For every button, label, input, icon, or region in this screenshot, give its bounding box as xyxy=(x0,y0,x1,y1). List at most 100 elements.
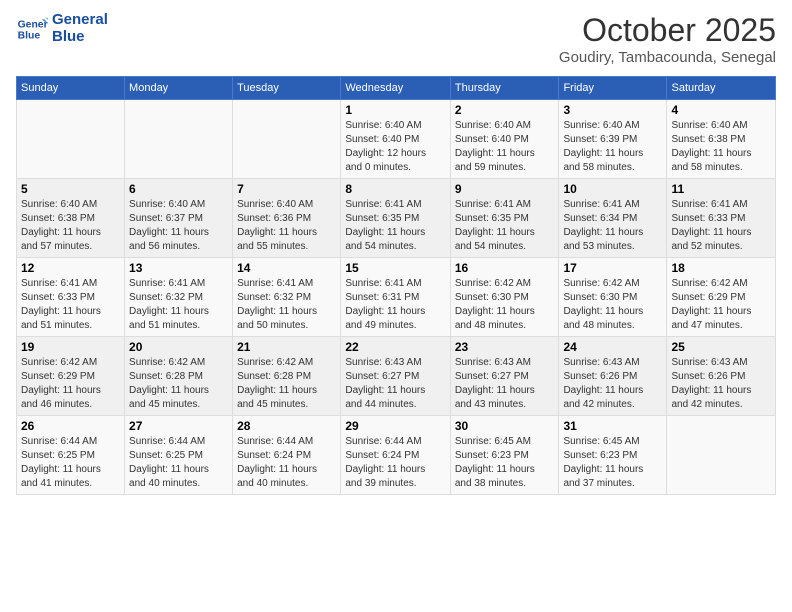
day-info: Sunrise: 6:45 AM Sunset: 6:23 PM Dayligh… xyxy=(455,435,555,491)
day-info: Sunrise: 6:42 AM Sunset: 6:28 PM Dayligh… xyxy=(237,356,336,412)
header: General Blue General Blue October 2025 G… xyxy=(16,12,776,66)
day-number: 6 xyxy=(129,182,228,196)
day-number: 8 xyxy=(345,182,445,196)
day-number: 21 xyxy=(237,340,336,354)
calendar-cell: 24Sunrise: 6:43 AM Sunset: 6:26 PM Dayli… xyxy=(559,337,667,416)
calendar-cell: 10 Sunrise: 6:41 AM Sunset: 6:34 PM Dayli… xyxy=(559,179,667,258)
subtitle: Goudiry, Tambacounda, Senegal xyxy=(559,49,776,66)
calendar-cell: 15 Sunrise: 6:41 AM Sunset: 6:31 PM Dayli… xyxy=(341,258,450,337)
day-number: 22 xyxy=(345,340,445,354)
day-info: Sunrise: 6:40 AM Sunset: 6:39 PM Dayligh… xyxy=(563,119,662,175)
day-number: 13 xyxy=(129,261,228,275)
weekday-header-monday: Monday xyxy=(125,77,233,100)
calendar-cell: 27 Sunrise: 6:44 AM Sunset: 6:25 PM Dayli… xyxy=(125,416,233,495)
day-info: Sunrise: 6:42 AM Sunset: 6:29 PM Dayligh… xyxy=(671,277,771,333)
main-container: General Blue General Blue October 2025 G… xyxy=(0,0,792,612)
calendar-cell xyxy=(125,100,233,179)
day-number: 27 xyxy=(129,419,228,433)
calendar-cell: 16Sunrise: 6:42 AM Sunset: 6:30 PM Dayli… xyxy=(450,258,559,337)
calendar-cell: 20Sunrise: 6:42 AM Sunset: 6:28 PM Dayli… xyxy=(125,337,233,416)
logo: General Blue General Blue xyxy=(16,12,108,45)
day-info: Sunrise: 6:44 AM Sunset: 6:25 PM Dayligh… xyxy=(21,435,120,491)
day-number: 14 xyxy=(237,261,336,275)
day-info: Sunrise: 6:43 AM Sunset: 6:27 PM Dayligh… xyxy=(345,356,445,412)
day-info: Sunrise: 6:42 AM Sunset: 6:28 PM Dayligh… xyxy=(129,356,228,412)
week-row-5: 26 Sunrise: 6:44 AM Sunset: 6:25 PM Dayli… xyxy=(17,416,776,495)
calendar-cell: 22 Sunrise: 6:43 AM Sunset: 6:27 PM Dayli… xyxy=(341,337,450,416)
day-number: 24 xyxy=(563,340,662,354)
day-info: Sunrise: 6:41 AM Sunset: 6:33 PM Dayligh… xyxy=(671,198,771,254)
day-number: 5 xyxy=(21,182,120,196)
calendar-cell: 3 Sunrise: 6:40 AM Sunset: 6:39 PM Daylig… xyxy=(559,100,667,179)
calendar-cell: 30 Sunrise: 6:45 AM Sunset: 6:23 PM Dayli… xyxy=(450,416,559,495)
day-info: Sunrise: 6:45 AM Sunset: 6:23 PM Dayligh… xyxy=(563,435,662,491)
calendar-cell: 6 Sunrise: 6:40 AM Sunset: 6:37 PM Daylig… xyxy=(125,179,233,258)
weekday-header-saturday: Saturday xyxy=(667,77,776,100)
day-number: 29 xyxy=(345,419,445,433)
calendar-cell: 28 Sunrise: 6:44 AM Sunset: 6:24 PM Dayli… xyxy=(233,416,341,495)
day-info: Sunrise: 6:41 AM Sunset: 6:34 PM Dayligh… xyxy=(563,198,662,254)
title-block: October 2025 Goudiry, Tambacounda, Seneg… xyxy=(559,12,776,66)
calendar-cell: 31 Sunrise: 6:45 AM Sunset: 6:23 PM Dayli… xyxy=(559,416,667,495)
day-number: 1 xyxy=(345,103,445,117)
calendar-cell: 17Sunrise: 6:42 AM Sunset: 6:30 PM Dayli… xyxy=(559,258,667,337)
day-info: Sunrise: 6:40 AM Sunset: 6:37 PM Dayligh… xyxy=(129,198,228,254)
day-number: 23 xyxy=(455,340,555,354)
day-number: 2 xyxy=(455,103,555,117)
weekday-header-sunday: Sunday xyxy=(17,77,125,100)
day-info: Sunrise: 6:40 AM Sunset: 6:40 PM Dayligh… xyxy=(455,119,555,175)
day-info: Sunrise: 6:40 AM Sunset: 6:38 PM Dayligh… xyxy=(21,198,120,254)
calendar-cell: 2 Sunrise: 6:40 AM Sunset: 6:40 PM Daylig… xyxy=(450,100,559,179)
day-number: 25 xyxy=(671,340,771,354)
day-number: 9 xyxy=(455,182,555,196)
day-info: Sunrise: 6:41 AM Sunset: 6:32 PM Dayligh… xyxy=(129,277,228,333)
calendar-cell: 7 Sunrise: 6:40 AM Sunset: 6:36 PM Daylig… xyxy=(233,179,341,258)
calendar-cell: 12Sunrise: 6:41 AM Sunset: 6:33 PM Dayli… xyxy=(17,258,125,337)
day-number: 16 xyxy=(455,261,555,275)
month-title: October 2025 xyxy=(559,12,776,49)
day-info: Sunrise: 6:41 AM Sunset: 6:31 PM Dayligh… xyxy=(345,277,445,333)
day-number: 26 xyxy=(21,419,120,433)
weekday-header-tuesday: Tuesday xyxy=(233,77,341,100)
calendar-cell: 23Sunrise: 6:43 AM Sunset: 6:27 PM Dayli… xyxy=(450,337,559,416)
calendar-cell xyxy=(17,100,125,179)
day-info: Sunrise: 6:44 AM Sunset: 6:24 PM Dayligh… xyxy=(237,435,336,491)
week-row-3: 12Sunrise: 6:41 AM Sunset: 6:33 PM Dayli… xyxy=(17,258,776,337)
day-number: 19 xyxy=(21,340,120,354)
day-number: 3 xyxy=(563,103,662,117)
weekday-header-friday: Friday xyxy=(559,77,667,100)
day-info: Sunrise: 6:41 AM Sunset: 6:32 PM Dayligh… xyxy=(237,277,336,333)
calendar-cell: 21 Sunrise: 6:42 AM Sunset: 6:28 PM Dayli… xyxy=(233,337,341,416)
calendar-cell: 29 Sunrise: 6:44 AM Sunset: 6:24 PM Dayli… xyxy=(341,416,450,495)
logo-blue: Blue xyxy=(52,29,108,46)
day-number: 7 xyxy=(237,182,336,196)
day-info: Sunrise: 6:40 AM Sunset: 6:38 PM Dayligh… xyxy=(671,119,771,175)
day-info: Sunrise: 6:41 AM Sunset: 6:35 PM Dayligh… xyxy=(345,198,445,254)
day-number: 11 xyxy=(671,182,771,196)
day-number: 31 xyxy=(563,419,662,433)
calendar-cell: 1Sunrise: 6:40 AM Sunset: 6:40 PM Daylig… xyxy=(341,100,450,179)
day-info: Sunrise: 6:43 AM Sunset: 6:26 PM Dayligh… xyxy=(671,356,771,412)
calendar-cell xyxy=(667,416,776,495)
weekday-header-wednesday: Wednesday xyxy=(341,77,450,100)
calendar-cell: 25 Sunrise: 6:43 AM Sunset: 6:26 PM Dayli… xyxy=(667,337,776,416)
day-info: Sunrise: 6:40 AM Sunset: 6:36 PM Dayligh… xyxy=(237,198,336,254)
day-number: 4 xyxy=(671,103,771,117)
logo-general: General xyxy=(52,12,108,29)
day-number: 15 xyxy=(345,261,445,275)
day-number: 30 xyxy=(455,419,555,433)
day-number: 18 xyxy=(671,261,771,275)
day-number: 10 xyxy=(563,182,662,196)
calendar-cell: 4 Sunrise: 6:40 AM Sunset: 6:38 PM Daylig… xyxy=(667,100,776,179)
calendar-cell: 11 Sunrise: 6:41 AM Sunset: 6:33 PM Dayli… xyxy=(667,179,776,258)
calendar-table: SundayMondayTuesdayWednesdayThursdayFrid… xyxy=(16,76,776,495)
calendar-cell: 8 Sunrise: 6:41 AM Sunset: 6:35 PM Daylig… xyxy=(341,179,450,258)
svg-text:Blue: Blue xyxy=(18,30,41,41)
day-info: Sunrise: 6:44 AM Sunset: 6:24 PM Dayligh… xyxy=(345,435,445,491)
day-info: Sunrise: 6:44 AM Sunset: 6:25 PM Dayligh… xyxy=(129,435,228,491)
calendar-cell xyxy=(233,100,341,179)
week-row-1: 1 Sunrise: 6:40 AM Sunset: 6:40 PM Daylig… xyxy=(17,100,776,179)
calendar-cell: 14 Sunrise: 6:41 AM Sunset: 6:32 PM Dayli… xyxy=(233,258,341,337)
day-number: 28 xyxy=(237,419,336,433)
week-row-2: 5 Sunrise: 6:40 AM Sunset: 6:38 PM Daylig… xyxy=(17,179,776,258)
